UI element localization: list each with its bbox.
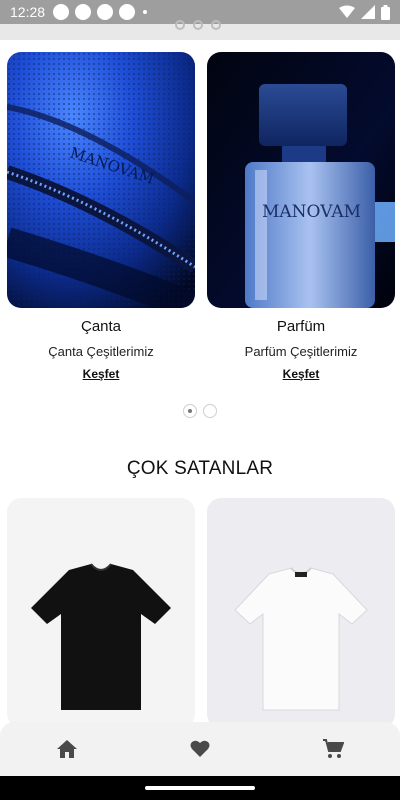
carousel-pager bbox=[0, 404, 400, 418]
pager-dot-1[interactable] bbox=[183, 404, 197, 418]
white-tshirt-image bbox=[234, 567, 368, 711]
signal-icon bbox=[361, 5, 375, 19]
nav-favorites-button[interactable] bbox=[170, 729, 230, 769]
notification-icon bbox=[75, 4, 92, 20]
header-strip bbox=[0, 20, 400, 40]
notification-icon bbox=[119, 4, 136, 20]
notification-icon bbox=[53, 4, 70, 20]
home-icon bbox=[56, 740, 77, 758]
category-card-perfume[interactable]: MANOVAM bbox=[207, 52, 395, 308]
status-time: 12:28 bbox=[10, 4, 46, 20]
discover-link-perfume[interactable]: Keşfet bbox=[207, 367, 395, 381]
battery-icon bbox=[381, 4, 390, 20]
pager-dot-2[interactable] bbox=[203, 404, 217, 418]
category-title-perfume: Parfüm bbox=[276, 318, 326, 335]
wifi-icon bbox=[339, 5, 355, 18]
bestsellers-title: ÇOK SATANLAR bbox=[126, 458, 274, 479]
black-tshirt-image bbox=[31, 563, 171, 710]
home-gesture-handle[interactable] bbox=[145, 786, 255, 790]
product-card-black-tshirt[interactable] bbox=[7, 498, 195, 728]
category-card-bag[interactable]: MANOVAM bbox=[7, 52, 195, 308]
discover-link-bag[interactable]: Keşfet bbox=[7, 367, 195, 381]
category-subtitle-bag: Çanta Çeşitlerimiz bbox=[48, 344, 154, 359]
product-card-white-tshirt[interactable] bbox=[207, 498, 395, 728]
category-title-bag: Çanta bbox=[80, 318, 122, 335]
category-subtitle-perfume: Parfüm Çeşitlerimiz bbox=[244, 344, 358, 359]
bottom-navigation bbox=[0, 722, 400, 776]
heart-icon bbox=[190, 740, 210, 757]
bag-image: MANOVAM bbox=[7, 52, 195, 308]
notification-icon bbox=[97, 4, 114, 20]
svg-text:MANOVAM: MANOVAM bbox=[262, 202, 361, 222]
system-gesture-bar bbox=[0, 776, 400, 800]
nav-home-button[interactable] bbox=[37, 729, 97, 769]
cart-icon bbox=[323, 739, 345, 758]
more-notifications-icon bbox=[143, 10, 148, 14]
perfume-image: MANOVAM bbox=[207, 52, 395, 308]
nav-cart-button[interactable] bbox=[303, 729, 363, 769]
